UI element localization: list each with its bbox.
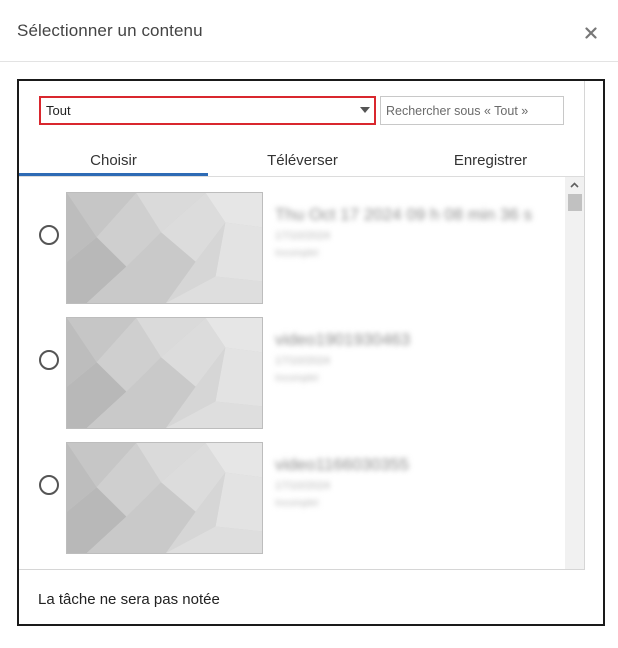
grading-note: La tâche ne sera pas notée xyxy=(38,591,220,608)
tab-bar: Choisir Téléverser Enregistrer xyxy=(19,143,585,177)
list-item: video1166030355 17/10/2024 Incomplet xyxy=(19,427,565,554)
chevron-down-icon xyxy=(360,107,370,113)
close-button[interactable] xyxy=(580,22,602,44)
item-date: 17/10/2024 xyxy=(275,230,331,242)
thumbnail-image xyxy=(67,443,262,553)
chevron-up-icon xyxy=(570,182,579,188)
content-picker-frame: Tout Choisir Téléverser Enregistrer xyxy=(17,79,605,626)
search-input[interactable] xyxy=(380,96,564,125)
thumbnail-image xyxy=(67,193,262,303)
scroll-up-button[interactable] xyxy=(565,177,584,193)
list-item: Thu Oct 17 2024 09 h 08 min 36 s 17/10/2… xyxy=(19,177,565,304)
thumbnail-image xyxy=(67,318,262,428)
item-title: Thu Oct 17 2024 09 h 08 min 36 s xyxy=(275,205,533,224)
tab-upload-label: Téléverser xyxy=(267,151,338,169)
content-list: Thu Oct 17 2024 09 h 08 min 36 s 17/10/2… xyxy=(19,177,565,569)
item-radio[interactable] xyxy=(39,225,59,245)
item-date: 17/10/2024 xyxy=(275,480,331,492)
tab-record-label: Enregistrer xyxy=(453,151,528,169)
item-status: Incomplet xyxy=(275,248,319,259)
item-status: Incomplet xyxy=(275,373,319,384)
list-scrollbar[interactable] xyxy=(565,177,584,569)
tab-choose-label: Choisir xyxy=(90,151,137,169)
item-details: Thu Oct 17 2024 09 h 08 min 36 s 17/10/2… xyxy=(275,205,565,259)
tab-upload[interactable]: Téléverser xyxy=(208,143,397,177)
item-radio[interactable] xyxy=(39,350,59,370)
scrollbar-thumb[interactable] xyxy=(568,194,582,211)
item-radio[interactable] xyxy=(39,475,59,495)
list-item: video1901930463 17/10/2024 Incomplet xyxy=(19,302,565,429)
header-divider xyxy=(0,61,618,62)
item-status: Incomplet xyxy=(275,498,319,509)
tab-record[interactable]: Enregistrer xyxy=(396,143,585,177)
item-thumbnail[interactable] xyxy=(66,192,263,304)
content-picker-panel: Tout Choisir Téléverser Enregistrer xyxy=(19,81,585,570)
select-content-dialog: Sélectionner un contenu Tout Choisir Tél… xyxy=(0,0,618,648)
close-icon xyxy=(585,27,597,39)
item-thumbnail[interactable] xyxy=(66,317,263,429)
item-title: video1901930463 xyxy=(275,330,411,349)
item-details: video1901930463 17/10/2024 Incomplet xyxy=(275,330,565,384)
item-title: video1166030355 xyxy=(275,455,409,474)
folder-select-value: Tout xyxy=(46,103,71,118)
dialog-title: Sélectionner un contenu xyxy=(17,21,203,40)
item-thumbnail[interactable] xyxy=(66,442,263,554)
tab-choose[interactable]: Choisir xyxy=(19,143,208,177)
folder-select[interactable]: Tout xyxy=(39,96,376,125)
item-date: 17/10/2024 xyxy=(275,355,331,367)
item-details: video1166030355 17/10/2024 Incomplet xyxy=(275,455,565,509)
